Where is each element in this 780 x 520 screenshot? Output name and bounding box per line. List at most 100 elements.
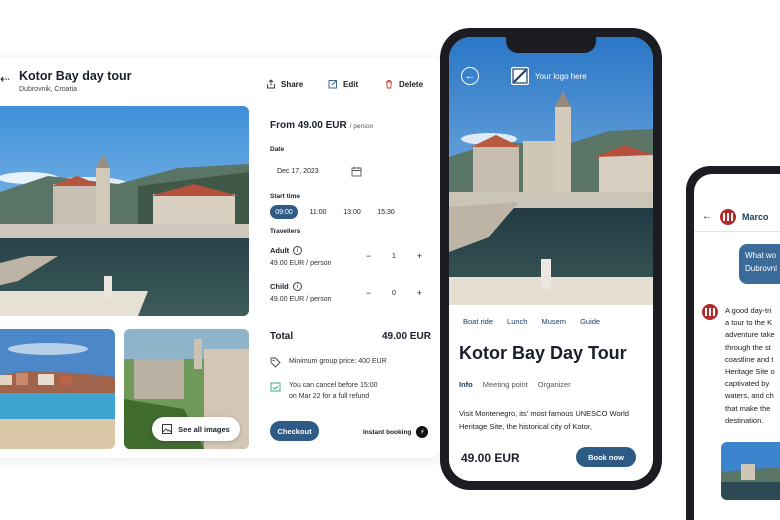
share-button[interactable]: Share bbox=[266, 79, 303, 89]
mobile-tour-title: Kotor Bay Day Tour bbox=[459, 343, 627, 363]
child-label: Child bbox=[270, 282, 289, 291]
price-from-value: From 49.00 EUR bbox=[270, 120, 347, 131]
tour-location: Dubrovnik, Croatia bbox=[19, 86, 77, 93]
instant-booking: Instant booking ⚡ bbox=[363, 426, 429, 438]
edit-button[interactable]: Edit bbox=[328, 79, 358, 89]
minus-icon[interactable]: − bbox=[366, 251, 371, 261]
outgoing-line-2: Dubrovni bbox=[745, 264, 778, 273]
price-unit: / person bbox=[349, 123, 374, 130]
trash-icon bbox=[386, 80, 392, 89]
outgoing-message: What wo Dubrovni bbox=[739, 244, 780, 284]
back-button[interactable]: ← bbox=[461, 67, 479, 85]
mobile-chat-screen: ← Marco What wo Dubrovni A good day-tri … bbox=[694, 174, 780, 520]
adult-row-label: Adult i bbox=[270, 246, 303, 255]
chat-contact-name: Marco bbox=[742, 211, 769, 222]
tour-feature-chips: Boat ride Lunch Musem Guide bbox=[463, 317, 600, 326]
chat-image-attachment[interactable] bbox=[721, 442, 780, 500]
date-label: Date bbox=[270, 146, 285, 153]
total-label: Total bbox=[270, 331, 294, 342]
incoming-line: A good day-tri bbox=[725, 306, 772, 315]
info-icon[interactable]: i bbox=[292, 282, 302, 291]
desktop-booking-card: ⇠ Kotor Bay day tour Dubrovnik, Croatia … bbox=[0, 58, 440, 458]
back-arrow-icon[interactable]: ← bbox=[702, 211, 712, 222]
back-arrow-icon: ← bbox=[464, 70, 476, 82]
mobile-price: 49.00 EUR bbox=[461, 451, 520, 465]
tour-photo-coast[interactable] bbox=[0, 329, 115, 449]
share-icon bbox=[267, 79, 275, 89]
edit-icon bbox=[328, 79, 338, 89]
mobile-phone-tour: ← Your logo here Boat ride Lunch Musem G… bbox=[440, 28, 662, 490]
book-now-button[interactable]: Book now bbox=[576, 447, 636, 467]
mobile-tour-description: Visit Montenegro, its' most famous UNESC… bbox=[459, 409, 629, 431]
incoming-line: destination. bbox=[725, 415, 764, 425]
date-picker[interactable]: Dec 17, 2023 bbox=[270, 162, 362, 180]
back-arrow-icon[interactable]: ⇠ bbox=[0, 72, 10, 86]
plus-icon[interactable]: + bbox=[417, 288, 422, 298]
total-value: 49.00 EUR bbox=[382, 331, 431, 342]
chat-avatar-icon bbox=[702, 304, 718, 320]
mobile-tabs: Info Meeting point Organizer bbox=[459, 380, 571, 389]
phone-notch bbox=[506, 37, 596, 53]
child-stepper: − 0 + bbox=[366, 288, 422, 298]
tab-organizer[interactable]: Organizer bbox=[538, 380, 571, 389]
mobile-tour-screen: ← Your logo here Boat ride Lunch Musem G… bbox=[449, 37, 653, 481]
incoming-line: waters, and ch bbox=[725, 391, 774, 401]
adult-price: 49.00 EUR / person bbox=[270, 260, 332, 267]
tab-info[interactable]: Info bbox=[459, 380, 473, 389]
incoming-message: A good day-tri a tour to the K adventure… bbox=[725, 305, 780, 427]
calendar-icon bbox=[351, 166, 362, 176]
share-label: Share bbox=[281, 79, 304, 89]
logo-text: Your logo here bbox=[535, 71, 587, 81]
price-from: From 49.00 EUR / person bbox=[270, 120, 373, 131]
time-option-1300[interactable]: 13:00 bbox=[338, 205, 366, 219]
edit-label: Edit bbox=[343, 79, 359, 89]
child-row-label: Child i bbox=[270, 282, 302, 291]
cancel-line-2: on Mar 22 for a full refund bbox=[289, 393, 370, 400]
start-time-label: Start time bbox=[270, 193, 300, 200]
chip-boat-ride[interactable]: Boat ride bbox=[463, 317, 493, 326]
incoming-line: coastline and t bbox=[725, 354, 774, 364]
chat-avatar-icon bbox=[720, 208, 736, 225]
calendar-check-icon bbox=[270, 382, 281, 392]
info-icon[interactable]: i bbox=[293, 246, 303, 255]
checkout-button[interactable]: Checkout bbox=[270, 421, 319, 441]
bolt-icon: ⚡ bbox=[416, 426, 429, 438]
tag-icon bbox=[270, 357, 281, 368]
tab-meeting-point[interactable]: Meeting point bbox=[483, 380, 528, 389]
image-icon bbox=[162, 424, 173, 434]
min-group-text: Minimum group price: 400 EUR bbox=[289, 358, 387, 365]
instant-booking-label: Instant booking bbox=[363, 428, 412, 436]
delete-button[interactable]: Delete bbox=[384, 79, 423, 89]
delete-label: Delete bbox=[399, 79, 424, 89]
cancel-line-1: You can cancel before 15:00 bbox=[289, 382, 378, 389]
see-all-images-button[interactable]: See all images bbox=[152, 417, 240, 441]
plus-icon[interactable]: + bbox=[417, 251, 422, 261]
logo-icon bbox=[511, 67, 529, 85]
tour-main-photo[interactable] bbox=[0, 106, 249, 316]
incoming-line: Heritage Site o bbox=[725, 367, 775, 377]
cancel-text: You can cancel before 15:00 on Mar 22 fo… bbox=[289, 380, 377, 402]
incoming-line: that make the bbox=[725, 403, 771, 413]
min-group-note: Minimum group price: 400 EUR bbox=[270, 356, 387, 368]
chat-header: ← Marco bbox=[694, 202, 780, 232]
outgoing-line-1: What wo bbox=[745, 251, 777, 260]
cancel-note: You can cancel before 15:00 on Mar 22 fo… bbox=[270, 380, 377, 402]
date-value: Dec 17, 2023 bbox=[277, 167, 319, 175]
child-count: 0 bbox=[392, 289, 396, 297]
chip-guide[interactable]: Guide bbox=[580, 317, 600, 326]
minus-icon[interactable]: − bbox=[366, 288, 371, 298]
adult-stepper: − 1 + bbox=[366, 251, 422, 261]
adult-label: Adult bbox=[270, 246, 290, 255]
incoming-line: adventure take bbox=[725, 330, 775, 340]
time-options: 09:00 11:00 13:00 15:30 bbox=[270, 205, 400, 219]
time-option-1100[interactable]: 11:00 bbox=[304, 205, 332, 219]
child-price: 49.00 EUR / person bbox=[270, 296, 332, 303]
time-option-0900[interactable]: 09:00 bbox=[270, 205, 298, 219]
incoming-line: a tour to the K bbox=[725, 318, 773, 328]
incoming-line: captivated by bbox=[725, 379, 770, 389]
chip-museum[interactable]: Musem bbox=[541, 317, 566, 326]
chip-lunch[interactable]: Lunch bbox=[507, 317, 527, 326]
tour-title: Kotor Bay day tour bbox=[19, 69, 132, 83]
time-option-1530[interactable]: 15:30 bbox=[372, 205, 400, 219]
travellers-label: Travellers bbox=[270, 228, 301, 235]
